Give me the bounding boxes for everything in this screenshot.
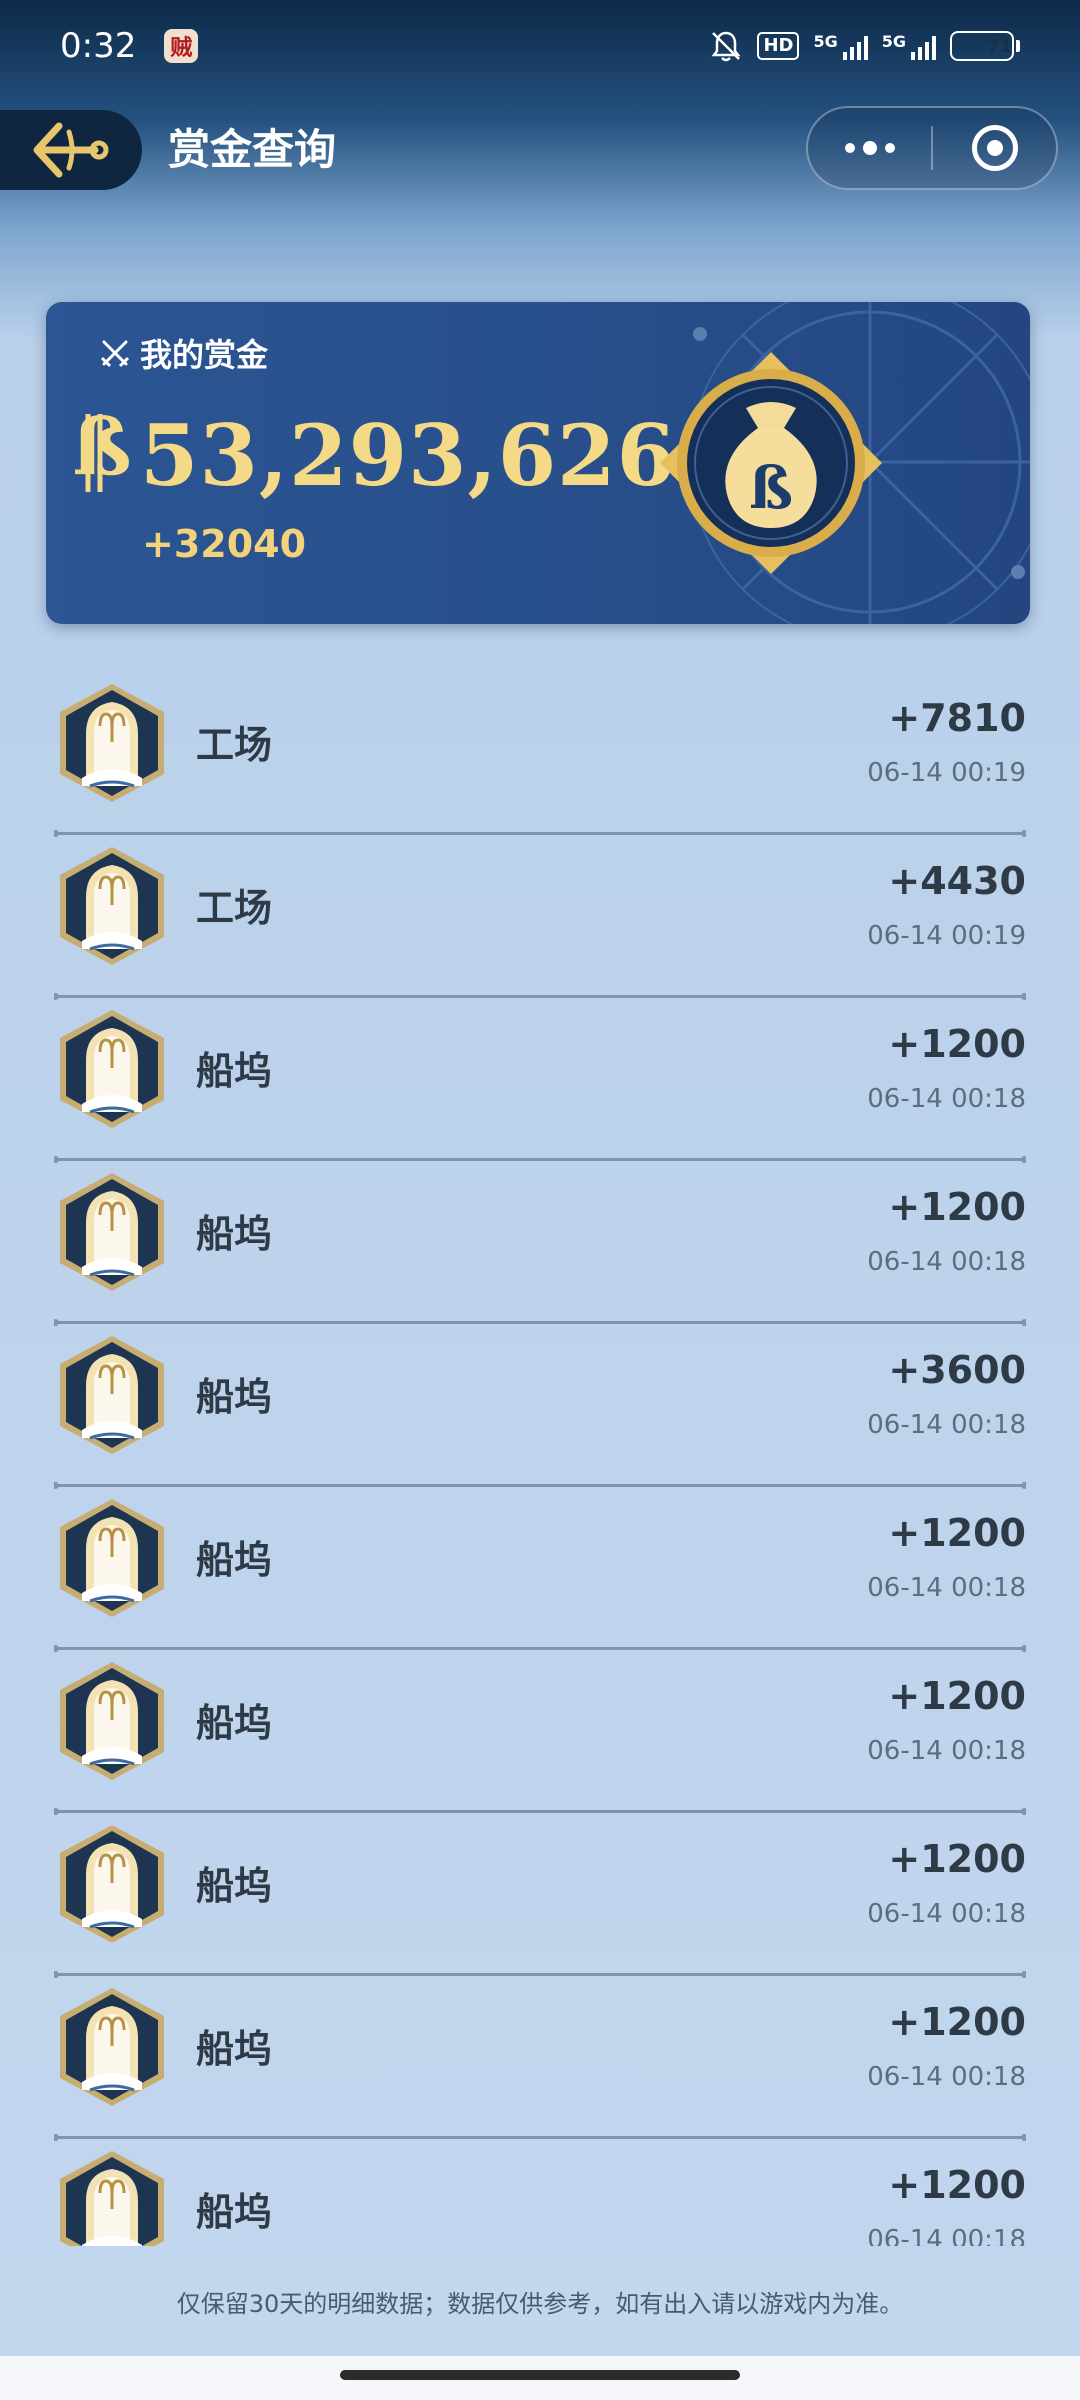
record-amount: +1200 bbox=[888, 1185, 1026, 1229]
back-button[interactable] bbox=[0, 110, 142, 190]
app-notification-icon: 贼 bbox=[164, 29, 199, 63]
record-row[interactable]: 船坞 +1200 06-14 00:18 bbox=[54, 1976, 1026, 2141]
battery-icon: 71 bbox=[950, 31, 1020, 61]
building-icon bbox=[56, 1660, 168, 1782]
record-amount: +7810 bbox=[888, 696, 1026, 740]
record-amount: +1200 bbox=[888, 1837, 1026, 1881]
record-name: 船坞 bbox=[196, 1049, 273, 1093]
hd-badge: HD bbox=[757, 32, 800, 60]
record-amount: +4430 bbox=[888, 859, 1026, 903]
berry-currency-icon: ß bbox=[72, 402, 131, 493]
record-row[interactable]: 船坞 +1200 06-14 00:18 bbox=[54, 1650, 1026, 1815]
record-time: 06-14 00:18 bbox=[867, 2225, 1026, 2246]
mini-program-capsule bbox=[806, 106, 1058, 190]
status-time: 0:32 bbox=[60, 26, 137, 66]
building-icon bbox=[56, 682, 168, 804]
record-time: 06-14 00:19 bbox=[867, 758, 1026, 788]
record-time: 06-14 00:18 bbox=[867, 1573, 1026, 1603]
record-row[interactable]: 船坞 +1200 06-14 00:18 bbox=[54, 1813, 1026, 1978]
record-amount: +1200 bbox=[888, 2000, 1026, 2044]
close-button[interactable] bbox=[933, 108, 1056, 188]
record-amount: +3600 bbox=[888, 1348, 1026, 1392]
bounty-delta: +32040 bbox=[142, 522, 307, 566]
building-icon bbox=[56, 1171, 168, 1293]
record-amount: +1200 bbox=[888, 1674, 1026, 1718]
building-icon bbox=[56, 1334, 168, 1456]
record-row[interactable]: 船坞 +1200 06-14 00:18 bbox=[54, 998, 1026, 1163]
battery-level: 71 bbox=[986, 35, 1012, 57]
record-name: 船坞 bbox=[196, 2027, 273, 2071]
record-amount: +1200 bbox=[888, 1511, 1026, 1555]
record-row[interactable]: 工场 +7810 06-14 00:19 bbox=[54, 672, 1026, 837]
home-indicator[interactable] bbox=[340, 2370, 740, 2380]
page-title: 赏金查询 bbox=[168, 125, 337, 174]
record-name: 船坞 bbox=[196, 1212, 273, 1256]
status-indicators: HD 5G 5G 71 bbox=[709, 29, 1020, 63]
record-time: 06-14 00:18 bbox=[867, 1247, 1026, 1277]
footer-note: 仅保留30天的明细数据；数据仅供参考，如有出入请以游戏内为准。 bbox=[176, 2290, 904, 2318]
more-dots-icon bbox=[844, 141, 895, 155]
record-name: 工场 bbox=[196, 886, 273, 930]
bounty-label-text: 我的赏金 bbox=[140, 336, 269, 374]
bounty-label: 我的赏金 bbox=[98, 330, 268, 376]
signal-2-label: 5G bbox=[881, 32, 906, 51]
record-name: 船坞 bbox=[196, 1701, 273, 1745]
record-name: 船坞 bbox=[196, 1864, 273, 1908]
status-bar: 0:32 贼 HD 5G 5G 71 bbox=[0, 0, 1080, 92]
record-name: 船坞 bbox=[196, 1538, 273, 1582]
bounty-card: 我的赏金 ß 53,293,626 +32040 ß bbox=[46, 302, 1030, 624]
bounty-amount: 53,293,626 bbox=[140, 406, 677, 505]
record-amount: +1200 bbox=[888, 1022, 1026, 1066]
record-name: 工场 bbox=[196, 723, 273, 767]
money-bag-emblem-icon: ß bbox=[660, 352, 882, 574]
more-button[interactable] bbox=[808, 108, 931, 188]
record-time: 06-14 00:18 bbox=[867, 1410, 1026, 1440]
building-icon bbox=[56, 1497, 168, 1619]
record-row[interactable]: 船坞 +1200 06-14 00:18 bbox=[54, 1487, 1026, 1652]
signal-1-icon: 5G bbox=[813, 32, 868, 60]
building-icon bbox=[56, 2149, 168, 2246]
anchor-back-icon bbox=[33, 122, 109, 178]
record-time: 06-14 00:18 bbox=[867, 1899, 1026, 1929]
svg-text:ß: ß bbox=[749, 454, 793, 522]
target-close-icon bbox=[971, 125, 1018, 171]
building-icon bbox=[56, 845, 168, 967]
record-amount: +1200 bbox=[888, 2163, 1026, 2207]
bounty-record-list[interactable]: 工场 +7810 06-14 00:19 工场 +4430 06-14 00:1… bbox=[54, 672, 1026, 2246]
record-time: 06-14 00:18 bbox=[867, 1736, 1026, 1766]
record-row[interactable]: 船坞 +1200 06-14 00:18 bbox=[54, 2139, 1026, 2246]
signal-1-label: 5G bbox=[813, 32, 838, 51]
record-name: 船坞 bbox=[196, 1375, 273, 1419]
record-row[interactable]: 船坞 +3600 06-14 00:18 bbox=[54, 1324, 1026, 1489]
record-time: 06-14 00:18 bbox=[867, 2062, 1026, 2092]
record-name: 船坞 bbox=[196, 2190, 273, 2234]
building-icon bbox=[56, 1008, 168, 1130]
record-row[interactable]: 工场 +4430 06-14 00:19 bbox=[54, 835, 1026, 1000]
building-icon bbox=[56, 1823, 168, 1945]
bell-off-icon bbox=[709, 29, 743, 63]
record-time: 06-14 00:19 bbox=[867, 921, 1026, 951]
record-row[interactable]: 船坞 +1200 06-14 00:18 bbox=[54, 1161, 1026, 1326]
signal-2-icon: 5G bbox=[882, 32, 936, 60]
building-icon bbox=[56, 1986, 168, 2108]
record-time: 06-14 00:18 bbox=[867, 1084, 1026, 1114]
crossed-swords-icon bbox=[100, 340, 130, 368]
